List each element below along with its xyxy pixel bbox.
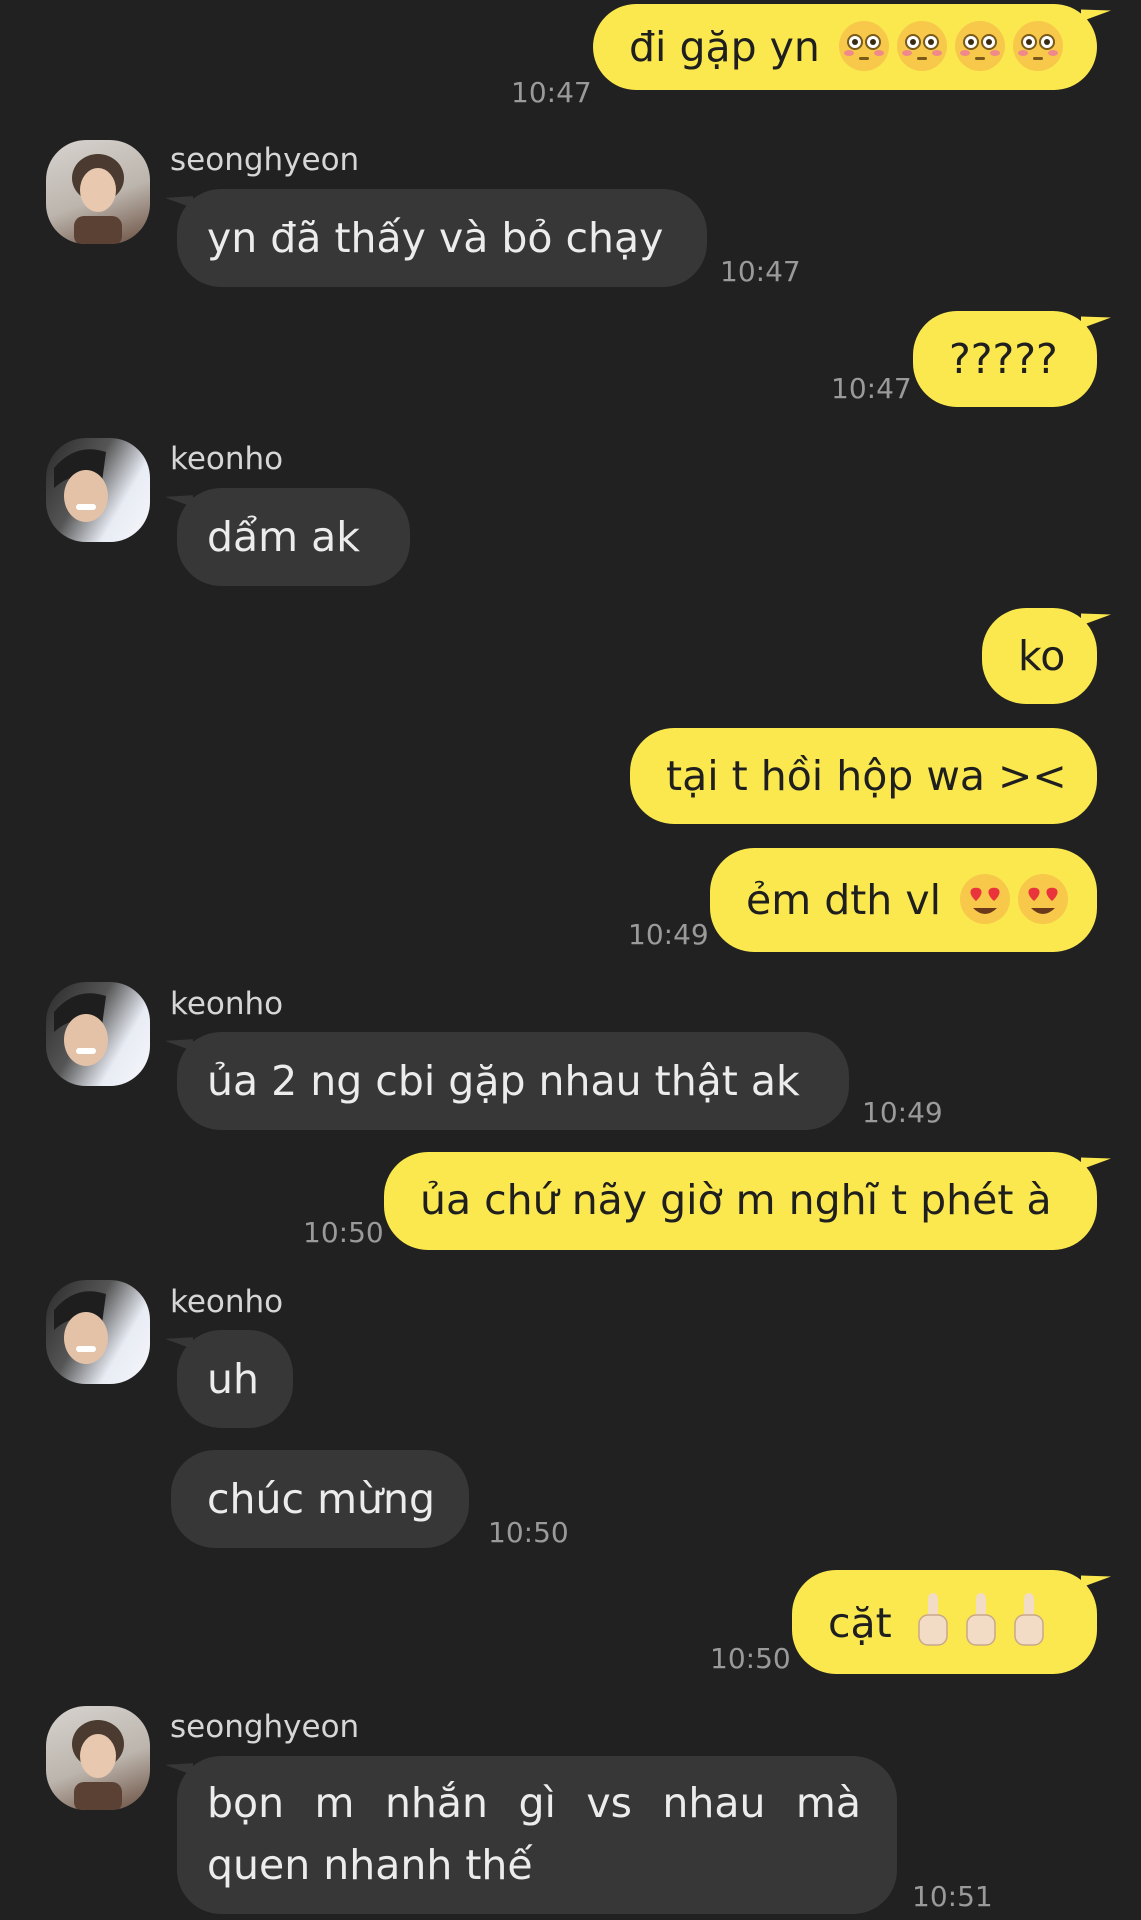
message-text: dẩm ak [207, 513, 360, 561]
message-text: tại t hồi hộp wa >< [666, 752, 1067, 800]
flushed-face-icon [837, 19, 891, 73]
chat-thread[interactable]: đi gặp yn 10:47 seonghyeon yn đã thấy và… [0, 0, 1141, 1920]
message-bubble-incoming[interactable]: ủa 2 ng cbi gặp nhau thật ak [177, 1032, 849, 1130]
sender-name: keonho [170, 986, 284, 1022]
avatar-keonho[interactable] [46, 438, 150, 542]
avatar-keonho[interactable] [46, 982, 150, 1086]
message-timestamp: 10:51 [912, 1880, 993, 1913]
message-timestamp: 10:50 [488, 1516, 569, 1549]
message-text: ko [1018, 632, 1066, 680]
sender-name: seonghyeon [170, 1709, 360, 1745]
avatar-seonghyeon[interactable] [46, 1706, 150, 1810]
flushed-face-icon [953, 19, 1007, 73]
middle-finger-icon [1009, 1591, 1049, 1649]
message-bubble-outgoing[interactable]: ủa chứ nãy giờ m nghĩ t phét à [384, 1152, 1097, 1250]
message-timestamp: 10:47 [720, 255, 801, 288]
message-text: cặt [828, 1599, 892, 1647]
middle-finger-icon [913, 1591, 953, 1649]
sender-name: seonghyeon [170, 142, 360, 178]
sender-name: keonho [170, 441, 284, 477]
message-text-line-1: bọn m nhắn gì vs nhau mà [207, 1779, 861, 1827]
message-bubble-incoming[interactable]: uh [177, 1330, 293, 1428]
message-text: ủa 2 ng cbi gặp nhau thật ak [207, 1057, 800, 1105]
message-timestamp: 10:50 [303, 1216, 384, 1249]
message-text: chúc mừng [207, 1475, 436, 1523]
message-bubble-outgoing[interactable]: ????? [913, 311, 1097, 407]
heart-eyes-face-icon [958, 872, 1012, 926]
message-text: yn đã thấy và bỏ chạy [207, 214, 664, 262]
middle-finger-icon [961, 1591, 1001, 1649]
message-text-line-2: quen nhanh thế [207, 1841, 533, 1889]
message-bubble-incoming[interactable]: yn đã thấy và bỏ chạy [177, 189, 707, 287]
message-bubble-outgoing[interactable]: ẻm dth vl [710, 848, 1097, 952]
message-timestamp: 10:49 [862, 1096, 943, 1129]
message-timestamp: 10:50 [710, 1642, 791, 1675]
message-timestamp: 10:49 [628, 918, 709, 951]
message-bubble-incoming[interactable]: dẩm ak [177, 488, 410, 586]
message-bubble-incoming[interactable]: bọn m nhắn gì vs nhau mà quen nhanh thế [177, 1756, 897, 1914]
message-text: ủa chứ nãy giờ m nghĩ t phét à [420, 1176, 1052, 1224]
message-bubble-outgoing[interactable]: cặt [792, 1570, 1097, 1674]
message-bubble-incoming[interactable]: chúc mừng [171, 1450, 469, 1548]
message-text: đi gặp yn [629, 23, 820, 71]
message-text: uh [207, 1355, 259, 1403]
avatar-keonho[interactable] [46, 1280, 150, 1384]
message-text: ẻm dth vl [746, 876, 941, 924]
message-timestamp: 10:47 [831, 372, 912, 405]
sender-name: keonho [170, 1284, 284, 1320]
message-text: ????? [949, 335, 1058, 383]
message-bubble-outgoing[interactable]: đi gặp yn [593, 4, 1097, 90]
avatar-seonghyeon[interactable] [46, 140, 150, 244]
heart-eyes-face-icon [1016, 872, 1070, 926]
flushed-face-icon [895, 19, 949, 73]
message-bubble-outgoing[interactable]: tại t hồi hộp wa >< [630, 728, 1097, 824]
message-timestamp: 10:47 [511, 76, 592, 109]
flushed-face-icon [1011, 19, 1065, 73]
message-bubble-outgoing[interactable]: ko [982, 608, 1097, 704]
